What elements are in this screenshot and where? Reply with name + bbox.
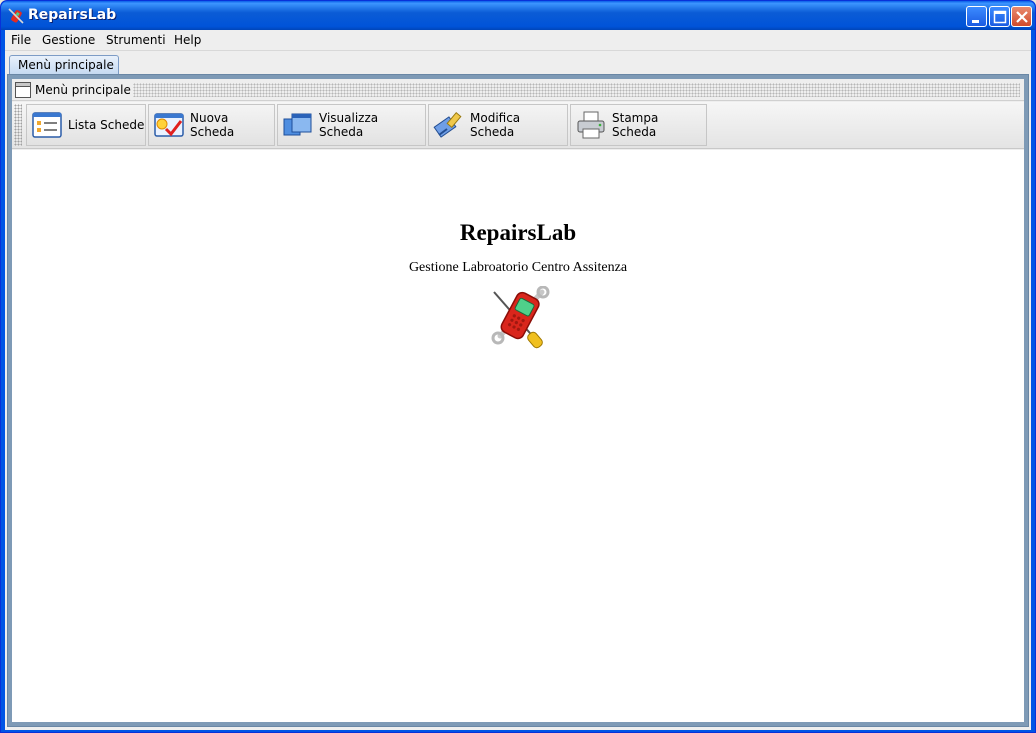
minimize-icon [972,20,979,23]
app-subtitle: Gestione Labroatorio Centro Assitenza [408,260,628,275]
nuova-scheda-label: Nuova Scheda [190,111,235,139]
toolbar-grip[interactable] [14,104,22,146]
close-icon [1016,11,1028,23]
internal-frame-body: Menù principale Lista Schede Nuova Sched… [12,79,1024,722]
modifica-scheda-button[interactable]: Modifica Scheda [428,104,568,146]
main-content: RepairsLab Gestione Labroatorio Centro A… [12,150,1024,722]
title-bar[interactable]: RepairsLab [1,1,1035,30]
toolbar: Lista Schede Nuova Scheda Visualizza Sch… [12,102,1024,149]
menu-gestione[interactable]: Gestione [42,33,95,47]
maximize-button[interactable] [989,6,1010,27]
visualizza-scheda-button[interactable]: Visualizza Scheda [277,104,426,146]
edit-brush-icon [433,112,462,138]
internal-frame-title: Menù principale [35,83,131,97]
app-title: RepairsLab [459,220,577,245]
phone-repair-logo [491,286,550,349]
view-windows-icon [283,113,312,136]
visualizza-scheda-label: Visualizza Scheda [319,111,379,139]
nuova-scheda-button[interactable]: Nuova Scheda [148,104,275,146]
lista-schede-button[interactable]: Lista Schede [26,104,146,146]
stampa-scheda-label: Stampa Scheda [612,111,659,139]
modifica-scheda-label: Modifica Scheda [470,111,521,139]
internal-frame: Menù principale Lista Schede Nuova Sched… [7,74,1029,727]
close-button[interactable] [1011,6,1032,27]
window-title: RepairsLab [28,7,117,23]
list-icon [32,112,62,138]
maximize-icon [993,10,1007,24]
window-icon [15,82,31,98]
tab-menu-principale[interactable]: Menù principale [9,55,119,74]
client-area: File Gestione Strumenti Help Menù princi… [5,30,1031,730]
menu-help[interactable]: Help [174,33,201,47]
menu-file[interactable]: File [11,33,31,47]
new-card-icon [154,113,184,137]
minimize-button[interactable] [966,6,987,27]
printer-icon [577,111,605,139]
menu-strumenti[interactable]: Strumenti [106,33,166,47]
title-drag-area[interactable] [133,83,1020,97]
wrench-phone-icon [8,8,24,24]
internal-frame-title-bar[interactable]: Menù principale [12,79,1024,101]
stampa-scheda-button[interactable]: Stampa Scheda [570,104,707,146]
lista-schede-label: Lista Schede [68,118,145,132]
menu-bar: File Gestione Strumenti Help [5,30,1031,51]
app-window: RepairsLab File Gestione Strumenti Help … [0,0,1036,733]
tab-strip: Menù principale [5,52,1031,74]
